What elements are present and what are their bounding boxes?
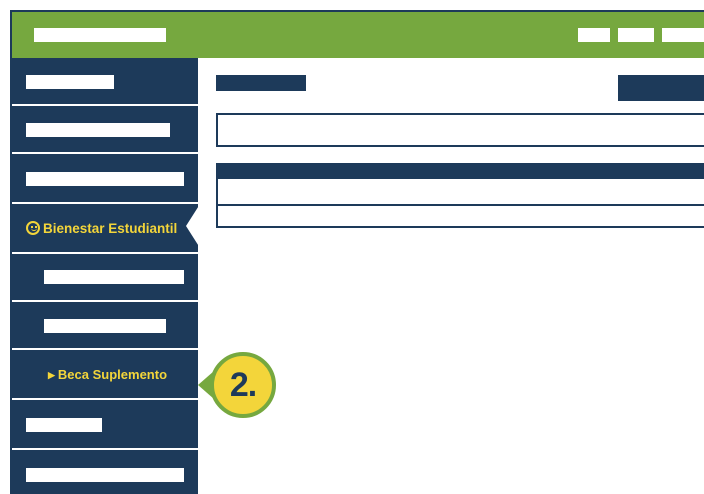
app-title-placeholder bbox=[34, 28, 166, 42]
active-indicator-notch bbox=[186, 204, 200, 248]
sidebar-item-placeholder bbox=[26, 468, 184, 482]
sidebar-item-label: ▶ Beca Suplemento bbox=[48, 367, 168, 382]
sidebar-subitem[interactable] bbox=[12, 300, 198, 346]
sidebar-subitem[interactable] bbox=[12, 252, 198, 298]
sidebar-item-label: Bienestar Estudiantil bbox=[26, 221, 177, 236]
header-link-placeholder[interactable] bbox=[618, 28, 654, 42]
sidebar-item[interactable] bbox=[12, 398, 198, 444]
smiley-icon bbox=[26, 221, 40, 235]
sidebar-item-placeholder bbox=[26, 123, 170, 137]
table-row[interactable] bbox=[216, 179, 704, 206]
sidebar-item[interactable] bbox=[12, 104, 198, 150]
sidebar-item-beca-suplemento[interactable]: ▶ Beca Suplemento bbox=[12, 348, 198, 398]
step-number: 2. bbox=[229, 365, 257, 404]
app-window: Bienestar Estudiantil ▶ Beca Suplemento 2… bbox=[10, 10, 704, 494]
action-button[interactable] bbox=[618, 75, 704, 101]
sidebar-item[interactable] bbox=[12, 448, 198, 494]
sidebar-nav: Bienestar Estudiantil ▶ Beca Suplemento bbox=[12, 58, 200, 494]
sidebar-subitem-placeholder bbox=[44, 319, 166, 333]
sidebar-item[interactable] bbox=[12, 152, 198, 198]
page-title-placeholder bbox=[216, 75, 306, 91]
table-row[interactable] bbox=[216, 204, 704, 228]
sidebar-item[interactable] bbox=[12, 58, 198, 104]
step-callout-badge: 2. bbox=[210, 352, 276, 418]
sidebar-item-bienestar-estudiantil[interactable]: Bienestar Estudiantil bbox=[12, 202, 200, 252]
sidebar-item-placeholder bbox=[26, 75, 114, 89]
sidebar-subitem-placeholder bbox=[44, 270, 184, 284]
header-link-placeholder[interactable] bbox=[662, 28, 704, 42]
caret-right-icon: ▶ bbox=[48, 370, 55, 380]
search-input[interactable] bbox=[216, 113, 704, 147]
header-bar bbox=[12, 12, 704, 58]
sidebar-item-placeholder bbox=[26, 172, 184, 186]
sidebar-item-placeholder bbox=[26, 418, 102, 432]
header-link-placeholder[interactable] bbox=[578, 28, 610, 42]
